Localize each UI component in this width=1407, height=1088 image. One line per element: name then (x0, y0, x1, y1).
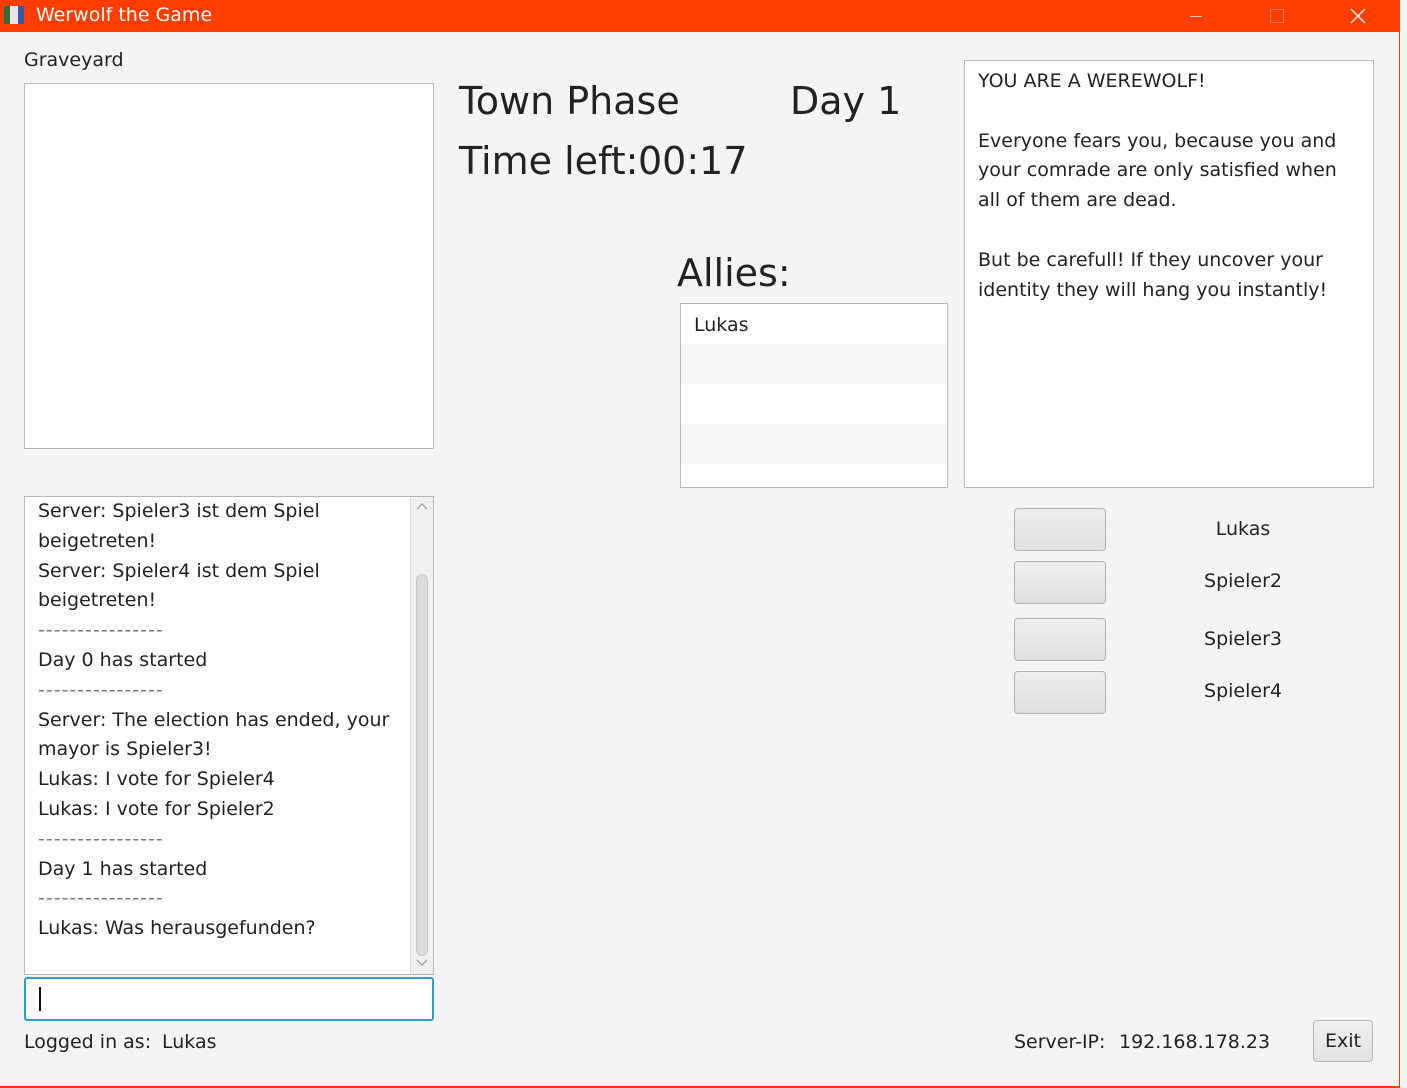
window-title: Werwolf the Game (36, 4, 213, 26)
allies-row[interactable] (681, 344, 947, 384)
allies-list[interactable]: Lukas (680, 303, 948, 488)
chat-line: Server: Spieler4 ist dem Spiel (38, 559, 320, 582)
vote-button-lukas[interactable] (1014, 508, 1106, 551)
scroll-down-icon[interactable] (416, 958, 428, 970)
chat-line: beigetreten! (38, 529, 157, 552)
exit-button[interactable]: Exit (1313, 1020, 1373, 1062)
time-left-value: 00:17 (638, 139, 748, 183)
player-name: Spieler2 (1204, 570, 1282, 592)
role-paragraph: But be carefull! If they uncover your id… (978, 248, 1328, 301)
graveyard-label: Graveyard (24, 49, 124, 71)
chat-lines: Server: Spieler3 ist dem Spiel beigetret… (38, 497, 410, 944)
logged-in-user: Lukas (162, 1031, 217, 1053)
chat-separator: ---------------- (38, 619, 164, 642)
window-border-right (1399, 0, 1400, 1088)
minimize-icon (1190, 15, 1202, 17)
maximize-button[interactable] (1254, 0, 1300, 32)
chat-line: mayor is Spieler3! (38, 738, 212, 761)
chat-line: Lukas: Was herausgefunden? (38, 917, 316, 940)
chat-separator: ---------------- (38, 887, 164, 910)
role-heading: YOU ARE A WEREWOLF! (978, 70, 1206, 92)
vote-button-spieler4[interactable] (1014, 671, 1106, 714)
phase-title: Town Phase (459, 79, 680, 123)
chat-line: Server: Spieler3 ist dem Spiel (38, 500, 320, 522)
maximize-icon (1270, 9, 1284, 23)
chat-line: Day 1 has started (38, 857, 208, 880)
scroll-up-icon[interactable] (416, 501, 428, 513)
allies-row[interactable] (681, 384, 947, 424)
player-name: Lukas (1215, 518, 1271, 540)
app-icon (4, 6, 26, 24)
allies-row[interactable] (681, 424, 947, 464)
server-ip-label: Server-IP: (1014, 1031, 1106, 1053)
chat-input[interactable] (24, 977, 434, 1021)
player-name: Spieler3 (1204, 628, 1282, 650)
title-bar: Werwolf the Game (0, 0, 1399, 32)
close-button[interactable] (1335, 0, 1381, 32)
chat-line: Lukas: I vote for Spieler2 (38, 797, 275, 820)
close-icon (1350, 8, 1366, 24)
time-left-label: Time left: (459, 139, 639, 183)
server-ip-value: 192.168.178.23 (1119, 1031, 1271, 1053)
chat-separator: ---------------- (38, 827, 164, 850)
role-paragraph: Everyone fears you, because you and your… (978, 129, 1337, 212)
logged-in-label: Logged in as: (24, 1031, 152, 1053)
role-description: YOU ARE A WEREWOLF! Everyone fears you, … (978, 67, 1363, 305)
chat-line: beigetreten! (38, 589, 157, 612)
vote-button-spieler3[interactable] (1014, 618, 1106, 661)
chat-separator: ---------------- (38, 678, 164, 701)
day-label: Day 1 (790, 79, 902, 123)
chat-line: Server: The election has ended, your (38, 708, 390, 731)
vote-button-spieler2[interactable] (1014, 561, 1106, 604)
role-description-box[interactable]: YOU ARE A WEREWOLF! Everyone fears you, … (964, 60, 1374, 488)
chat-line: Lukas: I vote for Spieler4 (38, 768, 275, 791)
allies-label: Allies: (677, 251, 791, 295)
player-name: Spieler4 (1204, 680, 1282, 702)
chat-log[interactable]: Server: Spieler3 ist dem Spiel beigetret… (24, 496, 434, 975)
scroll-thumb[interactable] (416, 574, 428, 956)
chat-scrollbar[interactable] (410, 497, 433, 974)
minimize-button[interactable] (1173, 0, 1219, 32)
graveyard-list[interactable] (24, 83, 434, 449)
allies-row[interactable]: Lukas (681, 304, 947, 344)
text-caret (39, 987, 41, 1011)
chat-line: Day 0 has started (38, 648, 208, 671)
